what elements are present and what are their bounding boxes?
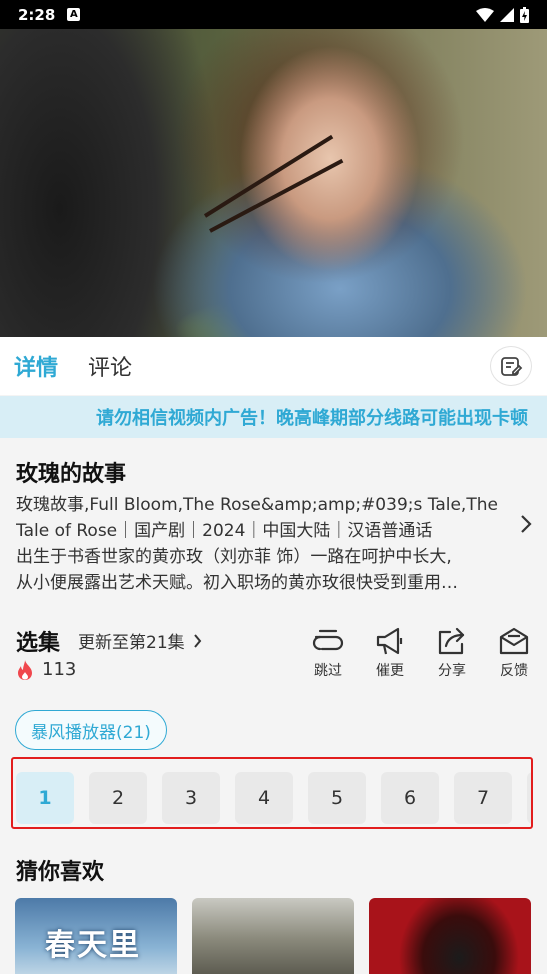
status-bar: 2:28 A [0, 0, 547, 29]
signal-icon [500, 7, 514, 22]
status-time: 2:28 [18, 5, 56, 24]
episode-button[interactable]: 3 [162, 772, 220, 824]
announcement-text: 请勿相信视频内广告！晚高峰期部分线路可能出现卡顿 [96, 408, 528, 429]
show-description[interactable]: 玫瑰故事,Full Bloom,The Rose&amp;amp;#039;s … [16, 492, 516, 596]
recommend-poster[interactable] [192, 898, 354, 974]
show-title: 玫瑰的故事 [16, 462, 127, 487]
poster-title: 春天里 [45, 928, 141, 963]
episode-button-partial[interactable] [527, 772, 531, 824]
notification-a-icon: A [67, 8, 81, 21]
megaphone-icon [376, 627, 403, 655]
share-icon [438, 627, 465, 655]
skip-icon [312, 629, 344, 651]
urge-update-button[interactable]: 催更 [369, 626, 411, 680]
tab-comments[interactable]: 评论 [88, 350, 132, 382]
update-status[interactable]: 更新至第21集 [78, 628, 202, 653]
share-button[interactable]: 分享 [431, 626, 473, 680]
note-button[interactable] [490, 346, 532, 386]
urge-update-label: 催更 [376, 663, 404, 679]
tab-bar: 详情 评论 [0, 337, 547, 395]
description-line: 从小便展露出艺术天赋。初入职场的黄亦玫很快受到重用… [16, 573, 458, 593]
episode-button[interactable]: 4 [235, 772, 293, 824]
status-icons [476, 6, 529, 23]
recommend-list: 春天里 [15, 898, 531, 974]
episode-button[interactable]: 2 [89, 772, 147, 824]
feedback-label: 反馈 [500, 663, 528, 679]
episodes-label: 选集 [16, 631, 61, 656]
heat-count-value: 113 [42, 659, 77, 680]
video-player[interactable] [0, 29, 547, 337]
recommend-poster[interactable]: 春天里 [15, 898, 177, 974]
description-line: Tale of Rose｜国产剧｜2024｜中国大陆｜汉语普通话 [16, 521, 433, 541]
chevron-right-icon[interactable] [519, 514, 533, 534]
skip-button[interactable]: 跳过 [307, 626, 349, 680]
heat-count: 113 [16, 659, 76, 680]
feedback-mail-icon [499, 627, 529, 655]
player-source-chip[interactable]: 暴风播放器(21) [15, 710, 167, 750]
episode-button[interactable]: 7 [454, 772, 512, 824]
detail-content: 玫瑰的故事 玫瑰故事,Full Bloom,The Rose&amp;amp;#… [0, 438, 547, 974]
description-line: 出生于书香世家的黄亦玫（刘亦菲 饰）一路在呵护中长大, [16, 547, 452, 567]
description-line: 玫瑰故事,Full Bloom,The Rose&amp;amp;#039;s … [16, 495, 498, 515]
chevron-right-icon [193, 633, 201, 648]
wifi-icon [476, 7, 494, 22]
announcement-marquee: 请勿相信视频内广告！晚高峰期部分线路可能出现卡顿 [0, 396, 547, 438]
episode-button[interactable]: 5 [308, 772, 366, 824]
edit-note-icon [501, 357, 523, 376]
feedback-button[interactable]: 反馈 [493, 626, 535, 680]
episode-button[interactable]: 6 [381, 772, 439, 824]
action-bar: 跳过 催更 分享 反馈 [307, 626, 535, 680]
skip-label: 跳过 [314, 663, 342, 679]
recommend-title: 猜你喜欢 [16, 860, 105, 885]
episode-list: 1 2 3 4 5 6 7 [11, 757, 533, 829]
fire-icon [18, 659, 32, 680]
share-label: 分享 [438, 663, 466, 679]
recommend-poster[interactable] [369, 898, 531, 974]
tab-details[interactable]: 详情 [14, 350, 58, 382]
battery-icon [520, 6, 529, 23]
episode-button[interactable]: 1 [16, 772, 74, 824]
episode-track: 1 2 3 4 5 6 7 [16, 772, 531, 824]
update-status-text: 更新至第21集 [78, 633, 185, 653]
